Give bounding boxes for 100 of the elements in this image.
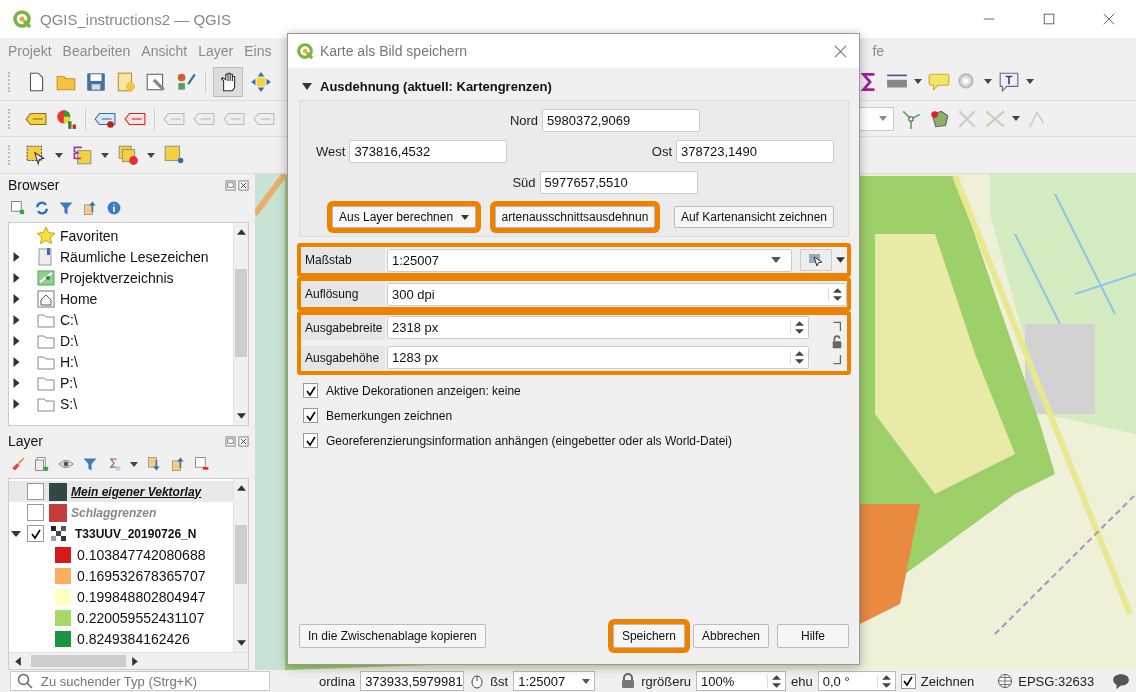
expand-arrow-icon[interactable] <box>13 335 20 346</box>
tree-item[interactable]: Projektverzeichnis <box>60 269 174 286</box>
info-icon[interactable] <box>106 200 122 216</box>
tree-item[interactable]: S:\ <box>60 395 78 412</box>
caret-icon[interactable] <box>101 152 109 158</box>
spin-arrows-icon[interactable] <box>790 321 804 334</box>
save-icon[interactable] <box>85 70 107 93</box>
caret-icon[interactable] <box>984 79 992 85</box>
input-field[interactable]: 373816,4532 <box>349 140 508 163</box>
tree-item[interactable]: P:\ <box>60 374 78 391</box>
text-callout-icon[interactable] <box>998 70 1020 93</box>
expand-icon[interactable] <box>146 456 162 472</box>
tree-item[interactable]: C:\ <box>60 311 78 328</box>
scroll-left-icon[interactable] <box>15 656 21 666</box>
tree-item[interactable]: Räumliche Lesezeichen <box>60 248 209 265</box>
option-checkbox[interactable] <box>303 383 318 398</box>
add-icon[interactable] <box>10 200 26 216</box>
close-icon[interactable] <box>238 435 249 447</box>
scrollbar[interactable] <box>9 652 248 669</box>
tree-item[interactable]: H:\ <box>60 353 78 370</box>
mouse-icon[interactable] <box>469 673 486 689</box>
caret-icon[interactable] <box>147 152 155 158</box>
select-rectangle-icon[interactable] <box>25 144 47 167</box>
expand-arrow-icon[interactable] <box>13 314 20 325</box>
scroll-down-icon[interactable] <box>236 413 246 419</box>
expand-arrow-icon[interactable] <box>13 272 20 283</box>
add-group-icon[interactable] <box>34 456 50 472</box>
scroll-right-icon[interactable] <box>132 656 138 666</box>
layer-checkbox[interactable] <box>27 483 44 500</box>
caret-icon[interactable] <box>1012 116 1020 121</box>
section-title[interactable]: Ausdehnung (aktuell: Kartengrenzen) <box>320 78 552 94</box>
spin-box[interactable]: 1283 px <box>387 346 809 369</box>
spin-box[interactable]: 2318 px <box>387 316 809 339</box>
select-expression-icon[interactable] <box>71 144 93 167</box>
dialog-button[interactable]: In die Zwischenablage kopieren <box>299 624 486 648</box>
input-field[interactable]: 5977657,5510 <box>539 171 698 194</box>
input-field[interactable]: 378723,1490 <box>676 140 834 163</box>
spin-box[interactable]: 300 dpi <box>387 282 847 306</box>
lock-icon[interactable] <box>620 673 637 689</box>
input-field[interactable]: 5980372,9069 <box>542 109 701 132</box>
spin-arrows-icon[interactable] <box>828 287 842 301</box>
scroll-down-icon[interactable] <box>236 640 246 646</box>
spin-arrows-icon[interactable] <box>876 674 891 688</box>
caret-icon[interactable] <box>914 79 922 85</box>
pie-chart-icon[interactable] <box>55 107 77 130</box>
option-label[interactable]: Aktive Dekorationen anzeigen: keine <box>326 383 521 398</box>
expand-arrow-icon[interactable] <box>13 398 20 409</box>
layer-checkbox[interactable] <box>27 504 44 521</box>
option-label[interactable]: Bemerkungen zeichnen <box>326 408 453 423</box>
caret-icon[interactable] <box>130 461 138 467</box>
scale-field[interactable]: 1:25007 <box>513 671 596 691</box>
filter-icon[interactable] <box>82 456 98 472</box>
layer-checkbox[interactable] <box>27 525 44 542</box>
scrollbar[interactable] <box>233 223 248 425</box>
dialog-button[interactable]: Hilfe <box>777 624 849 648</box>
crs-label[interactable]: EPSG:32633 <box>1018 673 1095 689</box>
globe-icon[interactable] <box>997 673 1014 689</box>
tree-item[interactable]: Home <box>60 290 98 307</box>
layer-name[interactable]: T33UUV_20190726_N <box>75 526 197 541</box>
tree-item[interactable]: Favoriten <box>60 227 119 244</box>
tree-item[interactable]: D:\ <box>60 332 78 349</box>
filter-icon[interactable] <box>58 200 74 216</box>
hand-icon[interactable] <box>214 67 242 96</box>
option-checkbox[interactable] <box>303 433 318 448</box>
collapse-icon[interactable] <box>82 200 98 216</box>
expand-arrow-icon[interactable] <box>13 251 20 262</box>
brush-icon[interactable] <box>10 456 26 472</box>
option-checkbox[interactable] <box>303 408 318 423</box>
maximize-icon[interactable] <box>1042 12 1056 26</box>
pan-arrows-icon[interactable] <box>250 70 272 93</box>
option-label[interactable]: Georeferenzierungsinformation anhängen (eingebetter oder als World-Datei) <box>326 433 732 448</box>
close-icon[interactable] <box>238 179 249 191</box>
render-checkbox[interactable] <box>900 673 916 689</box>
caret-icon[interactable] <box>836 257 845 263</box>
expand-arrow-icon[interactable] <box>13 293 20 304</box>
layer-name[interactable]: Schlaggrenzen <box>71 505 157 520</box>
message-icon[interactable] <box>1112 672 1130 690</box>
refresh-icon[interactable] <box>34 200 50 216</box>
scroll-up-icon[interactable] <box>236 485 246 491</box>
push-button[interactable]: Auf Kartenansicht zeichnen <box>673 206 834 228</box>
close-icon[interactable] <box>834 44 847 58</box>
caret-icon[interactable] <box>1026 79 1034 85</box>
deselect-icon[interactable] <box>117 144 139 167</box>
expand-arrow-icon[interactable] <box>13 356 20 367</box>
scrollbar[interactable] <box>233 479 248 652</box>
collapse-arrow-icon[interactable] <box>302 82 312 90</box>
expand-arrow-icon[interactable] <box>13 377 20 388</box>
scale-dropdown[interactable]: 1:25007 <box>387 248 792 272</box>
collapse-icon[interactable] <box>170 456 186 472</box>
spin-arrows-icon[interactable] <box>790 351 804 364</box>
rotation-field[interactable]: 0,0 ° <box>817 671 896 691</box>
dropdown-field[interactable] <box>858 106 894 131</box>
spin-arrows-icon[interactable] <box>767 674 782 688</box>
remove-layer-icon[interactable] <box>194 456 210 472</box>
scroll-up-icon[interactable] <box>236 229 246 235</box>
magnifier-field[interactable]: 100% <box>696 671 787 691</box>
close-icon[interactable] <box>1102 12 1116 26</box>
coordinate-field[interactable]: 373933,5979981 <box>360 671 465 691</box>
caret-icon[interactable] <box>55 152 63 158</box>
expand-arrow-icon[interactable] <box>11 530 21 537</box>
